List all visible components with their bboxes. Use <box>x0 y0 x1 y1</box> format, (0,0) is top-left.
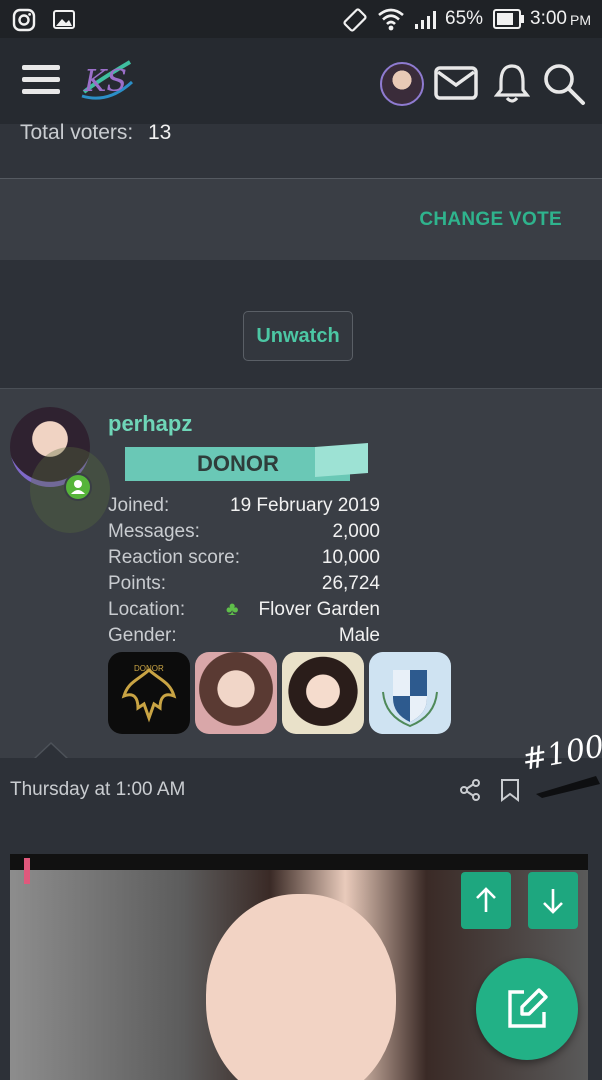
scribble-redaction <box>536 776 600 798</box>
donor-banner-text: DONOR <box>197 451 279 476</box>
edit-icon <box>508 988 548 1028</box>
bell-icon[interactable] <box>494 62 530 104</box>
stat-label-reaction: Reaction score: <box>108 547 241 568</box>
arrow-down-icon <box>543 889 563 914</box>
app-header: KS <box>0 38 602 124</box>
username[interactable]: perhapz <box>108 411 192 437</box>
stat-value-location: Flover Garden <box>258 599 380 620</box>
mail-icon[interactable] <box>434 66 478 100</box>
stat-label-joined: Joined: <box>108 495 170 516</box>
poll-summary: Total voters: 13 <box>0 121 602 178</box>
arrow-up-icon <box>476 887 496 912</box>
post-content <box>0 820 602 1080</box>
clover-icon: ♣ <box>226 599 239 620</box>
stat-value-gender: Male <box>338 625 380 646</box>
post-timestamp[interactable]: Thursday at 1:00 AM <box>10 779 185 801</box>
scroll-down-button[interactable] <box>528 872 578 929</box>
trophy-portrait-2[interactable] <box>282 652 364 734</box>
stat-label-points: Points: <box>108 573 167 594</box>
post-meta: Thursday at 1:00 AM #100 <box>0 729 602 820</box>
clock: 3:00 <box>530 8 567 29</box>
stat-value-points: 26,724 <box>321 573 380 594</box>
online-status-icon <box>64 473 92 501</box>
user-info-block: perhapz DONOR Joined: 19 February 2019 M… <box>0 388 602 760</box>
photo-face <box>206 894 396 1080</box>
stat-label-location: Location: <box>108 599 186 620</box>
scroll-up-button[interactable] <box>461 872 511 929</box>
total-voters-count: 13 <box>148 121 172 144</box>
change-vote-button[interactable]: CHANGE VOTE <box>419 209 562 231</box>
battery-percent: 65% <box>445 8 484 29</box>
donor-banner: DONOR <box>125 443 368 483</box>
stat-label-gender: Gender: <box>108 625 177 646</box>
crest-icon <box>382 670 438 728</box>
trophy-donor-text: DONOR <box>134 664 164 673</box>
unwatch-button[interactable]: Unwatch <box>243 311 353 361</box>
clock-ampm: PM <box>570 12 591 28</box>
poll-actions-bar: CHANGE VOTE <box>0 178 602 262</box>
search-icon[interactable] <box>542 62 586 106</box>
user-avatar-header[interactable] <box>380 62 424 106</box>
instagram-icon <box>12 8 36 32</box>
stat-label-messages: Messages: <box>108 521 200 542</box>
share-icon[interactable] <box>458 778 482 802</box>
trophy-portrait-1[interactable] <box>195 652 277 734</box>
stat-value-messages: 2,000 <box>332 521 380 542</box>
trophy-donor[interactable]: DONOR <box>108 652 190 734</box>
wifi-icon <box>378 8 404 31</box>
site-logo[interactable]: KS <box>78 52 136 110</box>
stat-value-joined: 19 February 2019 <box>230 495 380 516</box>
rotate-icon <box>343 8 367 32</box>
signal-icon <box>415 11 436 29</box>
stat-value-reaction: 10,000 <box>321 547 380 568</box>
gallery-icon <box>53 10 75 29</box>
total-voters-label: Total voters: <box>20 121 134 144</box>
trophy-crest[interactable] <box>369 652 451 734</box>
menu-icon[interactable] <box>22 63 60 97</box>
photo-tag <box>24 858 30 884</box>
status-bar: 65% 3:00 PM <box>0 0 602 38</box>
logo-text: KS <box>84 64 127 99</box>
battery-icon <box>493 9 524 29</box>
bookmark-icon[interactable] <box>499 778 521 802</box>
compose-fab[interactable] <box>476 958 578 1060</box>
